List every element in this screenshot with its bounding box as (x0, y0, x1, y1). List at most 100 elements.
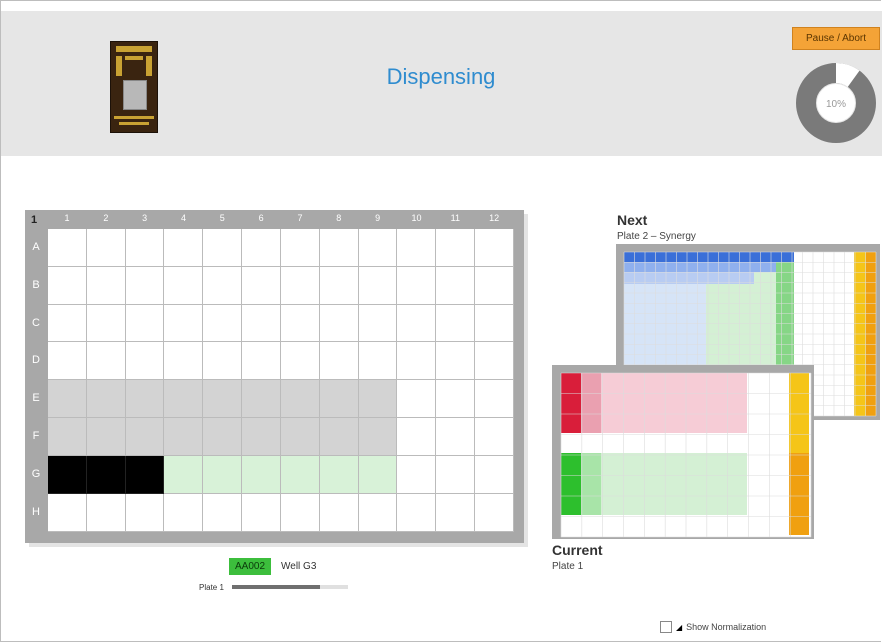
well-E5[interactable] (203, 380, 243, 419)
well-A7[interactable] (280, 229, 320, 267)
well-B3[interactable] (125, 266, 165, 305)
well-B8[interactable] (319, 266, 359, 305)
well-A2[interactable] (86, 229, 126, 267)
well-E10[interactable] (397, 380, 437, 419)
well-A10[interactable] (397, 229, 437, 267)
well-H9[interactable] (358, 493, 398, 532)
well-B1[interactable] (48, 266, 87, 305)
well-C10[interactable] (397, 304, 437, 343)
well-F2[interactable] (86, 418, 126, 456)
well-A5[interactable] (203, 229, 243, 267)
well-A9[interactable] (358, 229, 398, 267)
well-G4[interactable] (164, 455, 204, 494)
well-B4[interactable] (164, 266, 204, 305)
well-G12[interactable] (475, 455, 514, 494)
well-E2[interactable] (86, 380, 126, 419)
well-D11[interactable] (436, 342, 476, 381)
well-D3[interactable] (125, 342, 165, 381)
well-C12[interactable] (475, 304, 514, 343)
well-F4[interactable] (164, 418, 204, 456)
well-B7[interactable] (280, 266, 320, 305)
show-normalization-toggle[interactable]: ◢ Show Normalization (660, 621, 766, 633)
well-A4[interactable] (164, 229, 204, 267)
well-A8[interactable] (319, 229, 359, 267)
well-C2[interactable] (86, 304, 126, 343)
well-H3[interactable] (125, 493, 165, 532)
well-H12[interactable] (475, 493, 514, 532)
normalization-checkbox[interactable] (660, 621, 672, 633)
well-H4[interactable] (164, 493, 204, 532)
well-F10[interactable] (397, 418, 437, 456)
well-C8[interactable] (319, 304, 359, 343)
well-D8[interactable] (319, 342, 359, 381)
well-G1[interactable] (48, 455, 87, 494)
well-H5[interactable] (203, 493, 243, 532)
well-G10[interactable] (397, 455, 437, 494)
well-A1[interactable] (48, 229, 87, 267)
well-F12[interactable] (475, 418, 514, 456)
well-H10[interactable] (397, 493, 437, 532)
well-C7[interactable] (280, 304, 320, 343)
well-H6[interactable] (242, 493, 281, 532)
well-H11[interactable] (436, 493, 476, 532)
well-E8[interactable] (319, 380, 359, 419)
well-G11[interactable] (436, 455, 476, 494)
well-F9[interactable] (358, 418, 398, 456)
well-B12[interactable] (475, 266, 514, 305)
well-F5[interactable] (203, 418, 243, 456)
well-D9[interactable] (358, 342, 398, 381)
well-C11[interactable] (436, 304, 476, 343)
well-F3[interactable] (125, 418, 165, 456)
well-E4[interactable] (164, 380, 204, 419)
well-G3[interactable] (125, 455, 165, 494)
well-H8[interactable] (319, 493, 359, 532)
well-B10[interactable] (397, 266, 437, 305)
well-D4[interactable] (164, 342, 204, 381)
well-G9[interactable] (358, 455, 398, 494)
well-E6[interactable] (242, 380, 281, 419)
well-D2[interactable] (86, 342, 126, 381)
well-B6[interactable] (242, 266, 281, 305)
well-H2[interactable] (86, 493, 126, 532)
well-D12[interactable] (475, 342, 514, 381)
well-B5[interactable] (203, 266, 243, 305)
well-C6[interactable] (242, 304, 281, 343)
well-C3[interactable] (125, 304, 165, 343)
well-H7[interactable] (280, 493, 320, 532)
well-C5[interactable] (203, 304, 243, 343)
well-A3[interactable] (125, 229, 165, 267)
well-F1[interactable] (48, 418, 87, 456)
well-B2[interactable] (86, 266, 126, 305)
well-D5[interactable] (203, 342, 243, 381)
well-B11[interactable] (436, 266, 476, 305)
well-F8[interactable] (319, 418, 359, 456)
well-E7[interactable] (280, 380, 320, 419)
well-E1[interactable] (48, 380, 87, 419)
current-plate-thumbnail[interactable] (552, 365, 814, 539)
well-E12[interactable] (475, 380, 514, 419)
well-E3[interactable] (125, 380, 165, 419)
well-B9[interactable] (358, 266, 398, 305)
well-F7[interactable] (280, 418, 320, 456)
well-C4[interactable] (164, 304, 204, 343)
well-D6[interactable] (242, 342, 281, 381)
well-G2[interactable] (86, 455, 126, 494)
well-F6[interactable] (242, 418, 281, 456)
well-H1[interactable] (48, 493, 87, 532)
well-A11[interactable] (436, 229, 476, 267)
well-E9[interactable] (358, 380, 398, 419)
well-G7[interactable] (280, 455, 320, 494)
well-D10[interactable] (397, 342, 437, 381)
well-E11[interactable] (436, 380, 476, 419)
well-A12[interactable] (475, 229, 514, 267)
well-G6[interactable] (242, 455, 281, 494)
well-G8[interactable] (319, 455, 359, 494)
pause-abort-button[interactable]: Pause / Abort (792, 27, 880, 50)
well-A6[interactable] (242, 229, 281, 267)
well-D7[interactable] (280, 342, 320, 381)
well-G5[interactable] (203, 455, 243, 494)
well-D1[interactable] (48, 342, 87, 381)
well-F11[interactable] (436, 418, 476, 456)
well-C1[interactable] (48, 304, 87, 343)
well-C9[interactable] (358, 304, 398, 343)
